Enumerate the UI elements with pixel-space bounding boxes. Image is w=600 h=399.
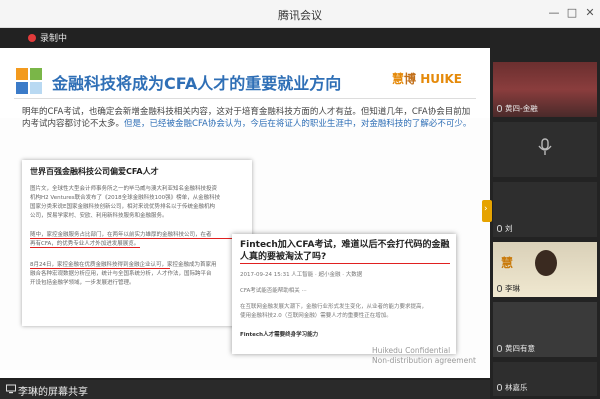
microphone-icon (497, 225, 502, 232)
minimize-button[interactable]: — (546, 5, 562, 21)
watermark-line-1: Huikedu Confidential (372, 346, 451, 355)
article-2-line: CFA考试能否能帮助相关 ··· (240, 288, 307, 294)
confidential-watermark: Huikedu Confidential Non-distribution ag… (372, 346, 476, 366)
logo-green-square (30, 68, 42, 80)
brand-name: HUIKE (420, 72, 462, 86)
brand-logo: 慧博 HUIKE (392, 70, 462, 87)
paragraph-highlight: 但是，已经被金融CFA协会认为，今后在将证人的职业生涯中，对金融科技的了解必不可… (124, 119, 472, 129)
recording-label: 录制中 (40, 34, 68, 44)
screen-share-bar: 李琳的屏幕共享 (0, 380, 490, 399)
microphone-icon (497, 285, 502, 292)
article-1-line: 再有CFA，的优秀专业人才外加进发展展览。 (30, 241, 140, 247)
participant-tile[interactable]: 黄四有意 (493, 302, 597, 357)
screen-share-label: 李琳的屏幕共享 (18, 387, 88, 398)
shared-screen-area: 金融科技将成为CFA人才的重要就业方向 慧博 HUIKE 明年的CFA考试，也确… (0, 28, 490, 380)
participant-tile[interactable]: 刘 (493, 182, 597, 237)
article-2-line: 在互联网金融发展大潮下，金融行业形式发生变化，从业者的能力要求提高， (240, 304, 428, 310)
maximize-button[interactable]: □ (564, 5, 580, 21)
article-2-line: 使用金融科技2.0（互联网金融）需要人才的重要性正在增加。 (240, 313, 392, 319)
participant-face (535, 250, 557, 276)
slide-heading: 金融科技将成为CFA人才的重要就业方向 (52, 74, 342, 93)
close-button[interactable]: ✕ (582, 5, 598, 21)
red-underline (30, 238, 235, 239)
article-1-title: 世界百强金融科技公司偏爱CFA人才 (30, 167, 159, 176)
logo-blue-square (16, 82, 28, 94)
participant-name: 林嘉乐 (497, 382, 528, 393)
article-1-line: 8月24日，家控金融在优质金融科技得到金融企业认可，家控金融成为首家用 (30, 262, 217, 268)
microphone-icon (497, 105, 502, 112)
brand-prefix: 慧 (392, 72, 405, 86)
logo-orange-square (16, 68, 28, 80)
screen-share-icon (6, 384, 16, 394)
article-card-1: 世界百强金融科技公司偏爱CFA人才 图片文，全球性大型会计师事务所之一的毕马威与… (22, 160, 252, 326)
article-1-line: 融合各种宏观数据分析应用，统计与全国系统分析，人才作法，国际跨平台 (30, 271, 212, 277)
window-titlebar: 腾讯会议 — □ ✕ (0, 0, 600, 28)
participant-name: 李琳 (497, 283, 520, 294)
logo-lightblue-square (30, 82, 42, 94)
slide-paragraph: 明年的CFA考试，也确定会新增金融科技相关内容，这对于培育金融科技方面的人才有益… (22, 106, 472, 130)
microphone-icon (497, 384, 502, 391)
participant-tile[interactable]: 黄四-金融 (493, 62, 597, 117)
article-2-line: 2017-09-24 15:31 人工智能 · 超小金融 · 大数据 (240, 272, 363, 278)
recording-indicator[interactable]: 录制中 (0, 28, 490, 48)
participant-sidebar: 黄四-金融 刘 慧 李琳 黄四有意 林嘉乐 (490, 28, 600, 399)
article-1-line: 国家分类来说E国家金融科技创新公司，相对来说优势排名以于传统金融机构 (30, 204, 215, 210)
participant-tile[interactable] (493, 122, 597, 177)
red-underline (240, 263, 450, 264)
brand-main: 博 (404, 72, 417, 86)
participant-name: 黄四-金融 (497, 103, 538, 114)
participant-tile[interactable]: 林嘉乐 (493, 362, 597, 396)
chevron-right-icon: › (484, 204, 488, 214)
red-underline (30, 268, 170, 269)
window-title: 腾讯会议 (278, 9, 322, 22)
participant-name: 黄四有意 (497, 343, 535, 354)
article-2-title: Fintech加入CFA考试，难道以后不会打代码的金融人真的要被淘汰了吗? (240, 240, 450, 262)
red-underline (30, 247, 140, 248)
presentation-slide: 金融科技将成为CFA人才的重要就业方向 慧博 HUIKE 明年的CFA考试，也确… (0, 48, 490, 378)
watermark-line-2: Non-distribution agreement (372, 356, 476, 365)
collapse-sidebar-button[interactable]: › (482, 200, 492, 222)
participant-name: 刘 (497, 223, 513, 234)
article-1-line: 开设包括金融学领域，一步发展进行管理。 (30, 280, 135, 286)
recording-dot-icon (28, 34, 36, 42)
article-1-line: 机构H2 Ventures联合发布了《2018全球金融科技100强》榜单，从金融… (30, 195, 221, 201)
header-divider (14, 98, 476, 99)
article-1-line: 公司，贸易学家村、安欧、利用新科技服务和金融服务。 (30, 213, 168, 219)
article-1-line: 随中，家控金融服务占比部门，在两年以前实力雄厚的金融科技公司，在者 (30, 232, 212, 238)
article-card-2: Fintech加入CFA考试，难道以后不会打代码的金融人真的要被淘汰了吗? 20… (232, 234, 456, 354)
microphone-muted-icon (538, 138, 552, 155)
brand-backdrop: 慧 (501, 256, 514, 270)
article-2-line: Fintech人才需要终身学习能力 (240, 332, 319, 338)
participant-tile[interactable]: 慧 李琳 (493, 242, 597, 297)
microphone-icon (497, 345, 502, 352)
article-1-line: 图片文，全球性大型会计师事务所之一的毕马威与澳大利亚知名金融科技投资 (30, 186, 218, 192)
